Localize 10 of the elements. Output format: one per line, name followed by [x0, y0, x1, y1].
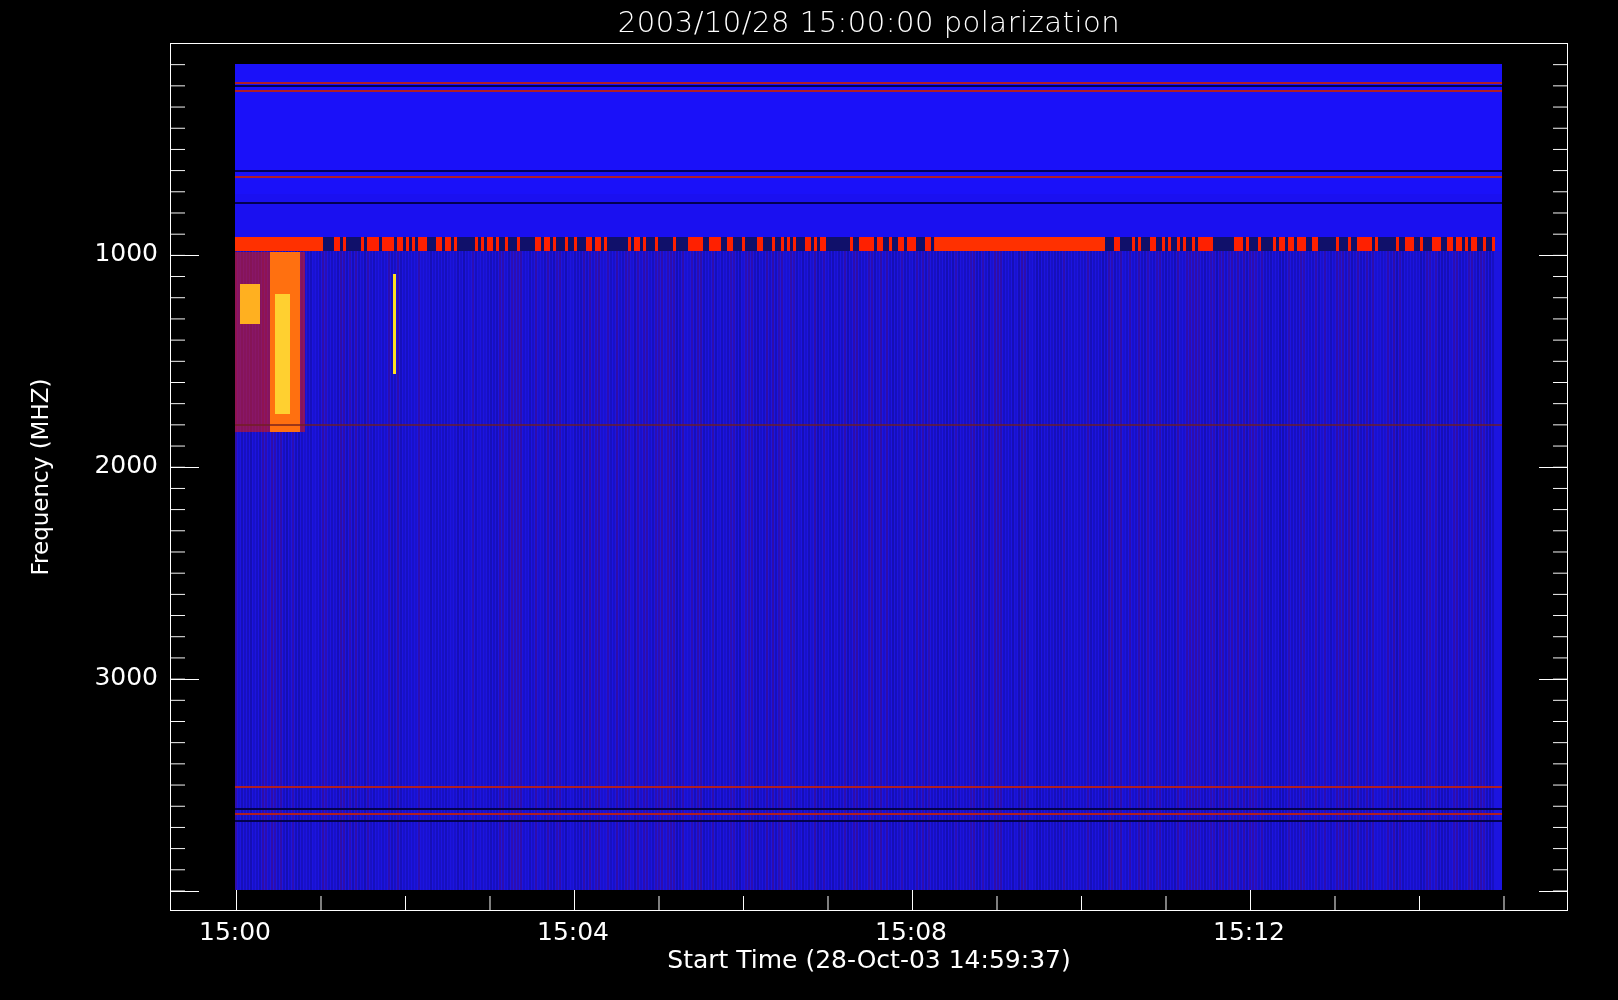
y-tick-label: 1000: [94, 238, 158, 267]
x-tick-label: 15:04: [537, 917, 609, 946]
y-axis-label: Frequency (MHZ): [27, 378, 53, 576]
y-tick-label: 3000: [94, 662, 158, 691]
chart-title: 2003/10/28 15:00:00 polarization: [617, 4, 1121, 39]
x-tick-label: 15:12: [1213, 917, 1285, 946]
x-axis-label: Start Time (28-Oct-03 14:59:37): [667, 945, 1071, 974]
x-tick-label: 15:00: [199, 917, 271, 946]
y-tick-label: 2000: [94, 450, 158, 479]
x-tick-label: 15:08: [875, 917, 947, 946]
